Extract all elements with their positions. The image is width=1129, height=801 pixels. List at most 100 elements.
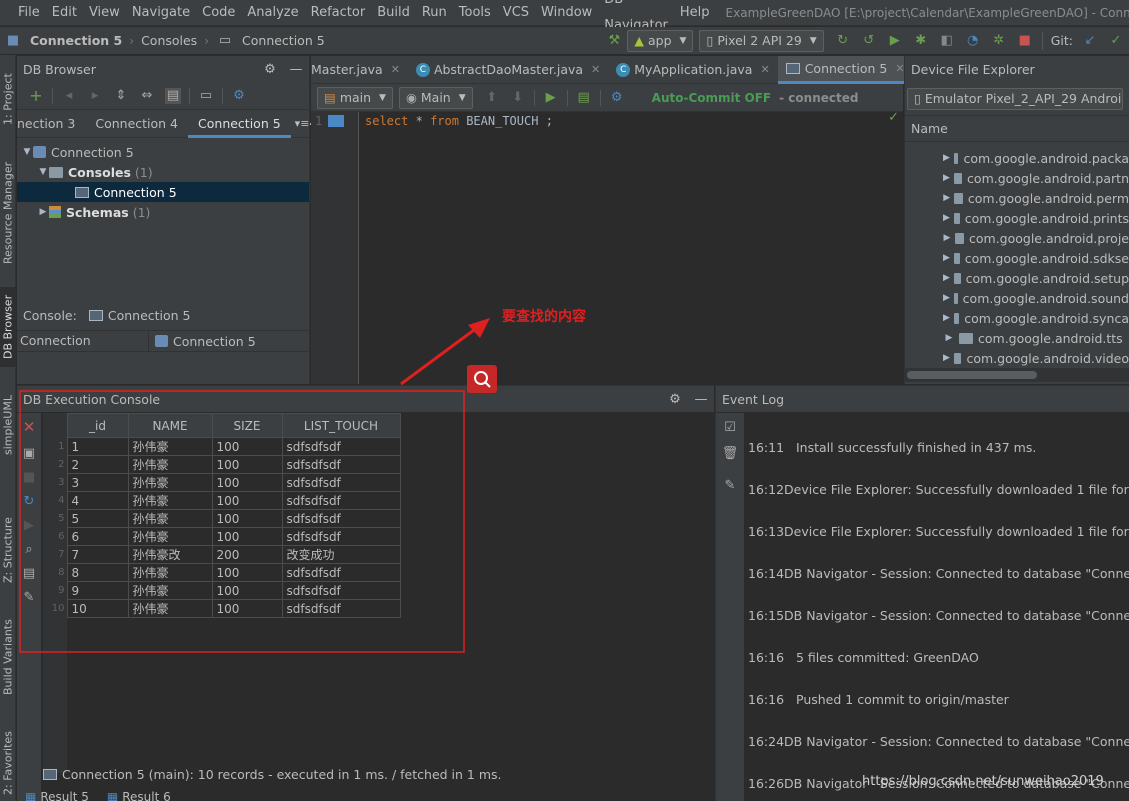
reload-icon[interactable]: ↻ — [21, 493, 37, 509]
cell-list-touch[interactable]: sdfsdfsdf — [281, 563, 401, 582]
device-file-row[interactable]: ▶ com.google.android.tts — [905, 328, 1129, 348]
device-file-row[interactable]: ▶ com.google.android.prints — [905, 208, 1129, 228]
cell-size[interactable]: 100 — [211, 581, 283, 600]
cell-size[interactable]: 100 — [211, 527, 283, 546]
table-row[interactable]: 3 3 孙伟豪 100 sdfsdfsdf — [43, 473, 401, 492]
cell-name[interactable]: 孙伟豪 — [127, 599, 213, 618]
minimize-icon[interactable]: — — [288, 61, 304, 77]
chevron-right-icon[interactable]: ▶ — [943, 333, 955, 343]
chevron-right-icon[interactable]: ▶ — [943, 353, 950, 363]
table-row[interactable]: 1 1 孙伟豪 100 sdfsdfsdf — [43, 437, 401, 456]
cell-list-touch[interactable]: sdfsdfsdf — [281, 581, 401, 600]
cell-id[interactable]: 10 — [66, 599, 129, 618]
cell-id[interactable]: 6 — [66, 527, 129, 546]
chevron-right-icon[interactable]: ▶ — [943, 313, 950, 323]
autocommit-status[interactable]: Auto-Commit OFF — [652, 91, 771, 105]
column-header-size[interactable]: SIZE — [211, 413, 283, 438]
tab-connection-5-console[interactable]: Connection 5 ✕ — [777, 55, 913, 84]
settings-icon[interactable]: ⚙ — [609, 90, 625, 106]
profile-icon[interactable]: ◔ — [965, 33, 981, 49]
breadcrumb-connection[interactable]: Connection 5 — [26, 33, 126, 48]
tab-connection-3[interactable]: nection 3 — [17, 110, 85, 138]
chevron-right-icon[interactable]: ▶ — [943, 253, 950, 263]
cell-id[interactable]: 2 — [66, 455, 129, 474]
execute-script-icon[interactable]: ▤ — [576, 90, 592, 106]
menu-analyze[interactable]: Analyze — [241, 0, 304, 26]
debug-icon[interactable]: ✱ — [913, 33, 929, 49]
record-view-icon[interactable]: ▤ — [21, 565, 37, 581]
trash-icon[interactable]: 🗑 — [722, 445, 739, 461]
menu-help[interactable]: Help — [674, 0, 716, 26]
open-console-icon[interactable]: ▭ — [198, 88, 214, 104]
gear-icon[interactable]: ⚙ — [262, 61, 278, 77]
table-row[interactable]: 7 7 孙伟豪改 200 改变成功 — [43, 545, 401, 564]
tree-node-schemas[interactable]: ▶ Schemas (1) — [17, 202, 309, 222]
gear-icon[interactable]: ⚙ — [667, 391, 683, 407]
cell-name[interactable]: 孙伟豪 — [127, 491, 213, 510]
cell-id[interactable]: 3 — [66, 473, 129, 492]
breadcrumb-console-item[interactable]: Connection 5 — [238, 33, 329, 48]
cell-list-touch[interactable]: sdfsdfsdf — [281, 491, 401, 510]
settings-wrench-icon[interactable]: ✎ — [21, 589, 37, 605]
tool-tab-db-browser[interactable]: DB Browser — [0, 287, 16, 367]
collapse-all-icon[interactable]: ⇔ — [139, 88, 155, 104]
cell-id[interactable]: 4 — [66, 491, 129, 510]
breadcrumb-consoles[interactable]: Consoles — [137, 33, 201, 48]
cell-list-touch[interactable]: sdfsdfsdf — [281, 437, 401, 456]
table-row[interactable]: 10 10 孙伟豪 100 sdfsdfsdf — [43, 599, 401, 618]
git-update-icon[interactable]: ↙ — [1082, 33, 1098, 49]
chevron-right-icon[interactable]: ▶ — [943, 233, 951, 243]
cell-name[interactable]: 孙伟豪 — [127, 437, 213, 456]
apply-code-changes-icon[interactable]: ↺ — [861, 33, 877, 49]
device-file-row[interactable]: ▶ com.google.android.packa — [905, 148, 1129, 168]
filter-icon[interactable]: ▤ — [165, 87, 181, 104]
chevron-right-icon[interactable]: ▶ — [943, 173, 950, 183]
cell-id[interactable]: 5 — [66, 509, 129, 528]
run-config-select[interactable]: ▲ app ▼ — [627, 29, 694, 52]
cell-name[interactable]: 孙伟豪 — [127, 527, 213, 546]
close-icon[interactable]: ✕ — [760, 63, 769, 76]
cell-id[interactable]: 1 — [66, 437, 129, 456]
horizontal-scrollbar[interactable] — [905, 368, 1129, 382]
tool-tab-project[interactable]: 1: Project — [0, 63, 16, 135]
commit-icon[interactable]: ⬆ — [484, 90, 500, 106]
stop-icon[interactable]: ■ — [1017, 33, 1033, 49]
back-icon[interactable]: ◂ — [61, 88, 77, 104]
forward-icon[interactable]: ▸ — [87, 88, 103, 104]
build-hammer-icon[interactable]: ⚒ — [606, 33, 622, 49]
tab-connection-4[interactable]: Connection 4 — [85, 110, 188, 138]
statement-grid-icon[interactable] — [328, 115, 345, 127]
execute-statement-icon[interactable]: ▶ — [543, 90, 559, 106]
table-row[interactable]: 5 5 孙伟豪 100 sdfsdfsdf — [43, 509, 401, 528]
tool-tab-structure[interactable]: Z: Structure — [0, 510, 16, 590]
close-icon[interactable]: ✕ — [591, 63, 600, 76]
table-row[interactable]: 9 9 孙伟豪 100 sdfsdfsdf — [43, 581, 401, 600]
cell-size[interactable]: 100 — [211, 563, 283, 582]
cell-name[interactable]: 孙伟豪 — [127, 473, 213, 492]
sql-editor-line[interactable]: select * from BEAN_TOUCH ; — [365, 112, 553, 130]
cell-name[interactable]: 孙伟豪 — [127, 509, 213, 528]
device-file-row[interactable]: ▶ com.google.android.proje — [905, 228, 1129, 248]
menu-tools[interactable]: Tools — [453, 0, 497, 26]
device-explorer-select[interactable]: ▯ Emulator Pixel_2_API_29 Android 1 — [907, 87, 1123, 110]
execute-icon[interactable]: ▶ — [21, 517, 37, 533]
cell-list-touch[interactable]: sdfsdfsdf — [281, 455, 401, 474]
cell-id[interactable]: 9 — [66, 581, 129, 600]
device-file-row[interactable]: ▶ com.google.android.sound — [905, 288, 1129, 308]
close-result-icon[interactable]: ✕ — [21, 418, 37, 436]
cell-list-touch[interactable]: sdfsdfsdf — [281, 527, 401, 546]
menu-file[interactable]: File — [12, 0, 46, 26]
chevron-right-icon[interactable]: ▶ — [943, 153, 950, 163]
cell-id[interactable]: 8 — [66, 563, 129, 582]
menu-edit[interactable]: Edit — [46, 0, 83, 26]
coverage-icon[interactable]: ◧ — [939, 33, 955, 49]
add-connection-icon[interactable]: + — [28, 86, 44, 105]
apply-changes-icon[interactable]: ↻ — [835, 33, 851, 49]
device-file-row[interactable]: ▶ com.google.android.synca — [905, 308, 1129, 328]
device-file-row[interactable]: ▶ com.google.android.perm — [905, 188, 1129, 208]
result-tab-6[interactable]: Result 6 — [122, 790, 171, 801]
git-commit-icon[interactable]: ✓ — [1108, 33, 1124, 49]
table-row[interactable]: 4 4 孙伟豪 100 sdfsdfsdf — [43, 491, 401, 510]
tab-abstract-dao-master[interactable]: C AbstractDaoMaster.java ✕ — [408, 56, 608, 84]
tool-tab-favorites[interactable]: 2: Favorites — [0, 725, 16, 801]
